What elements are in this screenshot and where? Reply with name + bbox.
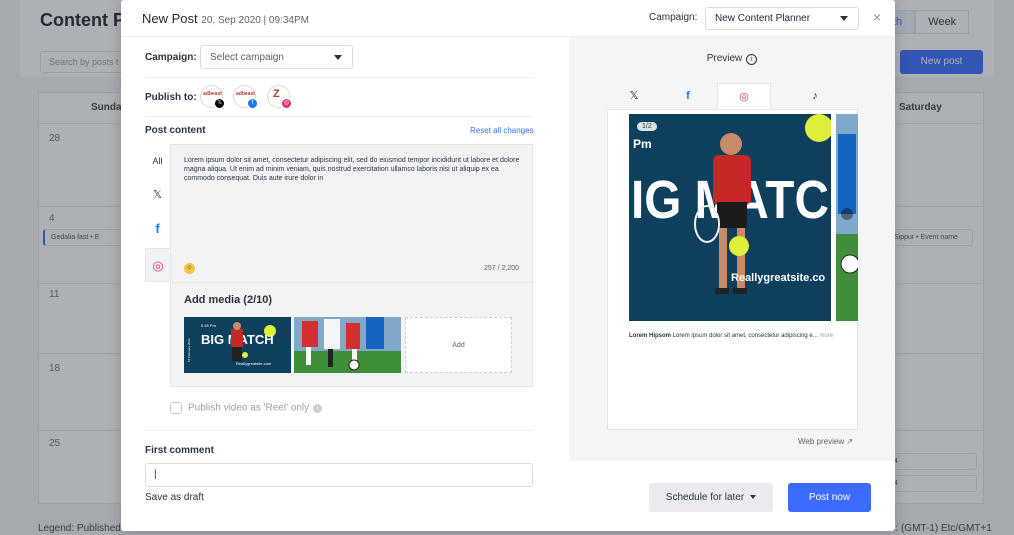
new-post-modal: New Post 20, Sep 2020 | 09:34PM Campaign… [121,0,895,531]
first-comment-input[interactable]: | [145,463,533,487]
svg-text:Reallygreatsite.co: Reallygreatsite.co [731,272,825,284]
web-preview-text: Web preview [798,437,845,446]
publish-to-label: Publish to: [145,92,197,103]
campaign-placeholder: Select campaign [210,52,284,63]
account-avatar-x[interactable]: adbeast 𝕏 [200,85,225,109]
add-media-button[interactable]: Add [405,317,512,373]
header-campaign-value: New Content Planner [715,13,811,24]
preview-title-text: Preview [706,53,743,64]
external-link-icon: ↗ [846,437,854,446]
chevron-down-icon [840,16,848,21]
x-icon[interactable]: 𝕏 [145,180,170,214]
facebook-icon: f [247,98,258,109]
caption-user: Lorem Hipsom [629,333,672,339]
post-editor: All 𝕏 f ◎ Lorem ipsum dolor sit amet, co… [145,144,533,388]
brand-logo: Z [273,88,280,100]
tab-all[interactable]: All [145,146,170,180]
first-comment-value: | [154,469,157,480]
x-icon[interactable]: 𝕏 [607,83,661,109]
schedule-later-button[interactable]: Schedule for later [649,483,773,512]
facebook-icon[interactable]: f [145,214,170,248]
chevron-down-icon [334,55,342,60]
divider [145,77,533,78]
svg-text:Reallygreatsite.com: Reallygreatsite.com [236,361,272,366]
reel-option[interactable]: Publish video as 'Reel' only i [170,402,323,414]
info-icon: i [313,403,323,413]
brand-logo: adbeast [236,91,255,97]
save-draft-link[interactable]: Save as draft [145,492,204,503]
svg-text:18 February 2022: 18 February 2022 [187,338,191,362]
content-text: Lorem ipsum dolor sit amet, consectetur … [184,157,520,182]
add-media-section: Add media (2/10) 5.45 Pm BIG MATCH 18 Fe… [170,283,533,387]
instagram-icon[interactable]: ◎ [717,83,771,109]
close-icon[interactable]: × [873,9,881,25]
info-icon[interactable]: i [746,54,758,65]
media-thumbnail[interactable]: 5.45 Pm BIG MATCH 18 February 2022 Reall… [184,317,291,373]
first-comment-label: First comment [145,445,214,456]
network-tabs: All 𝕏 f ◎ [145,144,170,282]
media-thumbnail[interactable] [294,317,401,373]
post-content-label: Post content [145,125,206,136]
modal-header: New Post 20, Sep 2020 | 09:34PM Campaign… [121,0,895,37]
preview-network-tabs: 𝕏 f ◎ ♪ [607,83,858,109]
reel-checkbox[interactable] [170,402,182,414]
campaign-label: Campaign: [145,52,197,63]
post-caption: Lorem Hipsom Lorem ipsum dolor sit amet,… [629,332,834,340]
next-image-preview[interactable] [836,114,858,321]
instagram-icon[interactable]: ◎ [145,248,170,282]
modal-title-text: New Post [142,11,198,26]
caption-text: Lorem ipsum dolor sit amet, consectetur … [672,333,818,339]
char-counter: 257 / 2,200 [483,265,519,272]
soccer-photo-image [294,317,401,373]
modal-title: New Post 20, Sep 2020 | 09:34PM [142,11,309,26]
caption-more-link[interactable]: more [819,333,833,339]
preview-panel: Preview i 𝕏 f ◎ ♪ Pm IG MATC Reallygreat… [569,37,895,461]
schedule-label: Schedule for later [665,492,745,503]
web-preview-link[interactable]: Web preview ↗ [798,437,853,446]
preview-title: Preview i [569,53,895,65]
svg-text:5.45 Pm: 5.45 Pm [201,323,217,328]
carousel-pager: 1/2 [637,122,657,131]
modal-datetime: 20, Sep 2020 | 09:34PM [201,15,309,26]
tennis-poster-image: 5.45 Pm BIG MATCH 18 February 2022 Reall… [184,317,291,373]
svg-text:Pm: Pm [633,137,652,151]
campaign-select[interactable]: Select campaign [200,45,353,69]
emoji-icon[interactable]: ☺ [184,263,195,274]
divider [145,116,533,117]
reel-label: Publish video as 'Reel' only [188,402,310,414]
tiktok-icon[interactable]: ♪ [788,83,842,109]
tennis-poster-image: Pm IG MATC Reallygreatsite.co [629,114,831,321]
post-now-button[interactable]: Post now [788,483,871,512]
reset-changes-link[interactable]: Reset all changes [470,126,534,135]
post-image-preview[interactable]: Pm IG MATC Reallygreatsite.co 1/2 [629,114,831,321]
brand-logo: adbeast [203,91,222,97]
x-icon: 𝕏 [214,98,225,109]
chevron-down-icon [750,495,757,500]
add-media-label: Add media (2/10) [184,294,273,306]
facebook-icon[interactable]: f [661,83,715,109]
divider [145,430,533,431]
soccer-photo-image [836,114,858,321]
account-avatar-instagram[interactable]: Z ◎ [267,85,292,109]
instagram-icon: ◎ [281,98,292,109]
header-campaign-label: Campaign: [649,12,698,23]
instagram-preview: Pm IG MATC Reallygreatsite.co 1/2 Lorem … [607,109,858,430]
header-campaign-select[interactable]: New Content Planner [705,7,859,30]
content-textarea[interactable]: Lorem ipsum dolor sit amet, consectetur … [170,144,533,283]
account-avatar-facebook[interactable]: adbeast f [233,85,258,109]
